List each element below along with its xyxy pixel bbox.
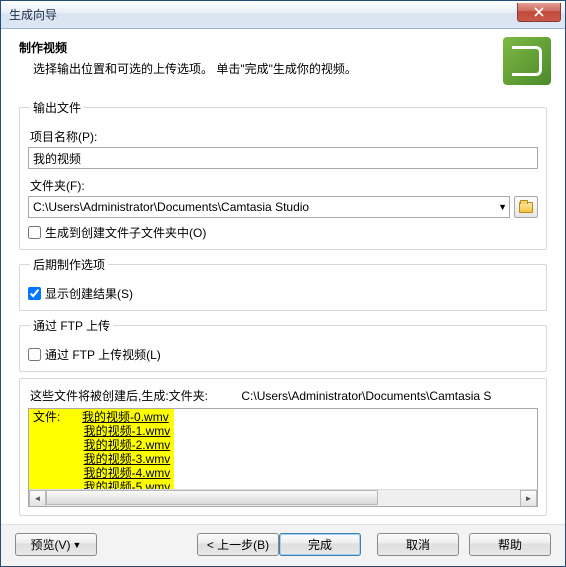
scroll-right-button[interactable]: ► [520,490,537,507]
folder-input[interactable] [28,196,510,218]
wizard-header: 制作视频 选择输出位置和可选的上传选项。 单击"完成"生成你的视频。 [1,29,565,93]
ftp-upload-label: 通过 FTP 上传视频(L) [45,346,161,363]
ftp-upload-checkbox[interactable] [28,348,41,361]
subfolder-checkbox[interactable] [28,226,41,239]
titlebar: 生成向导 [1,1,565,29]
finish-button[interactable]: 完成 [279,533,361,556]
page-title: 制作视频 [19,39,493,56]
files-list[interactable]: 文件: 我的视频-0.wmv 我的视频-1.wmv 我的视频-2.wmv 我的视… [28,408,538,507]
files-header-text: 这些文件将被创建后,生成:文件夹: [30,389,208,403]
scroll-left-button[interactable]: ◄ [29,490,46,507]
window-title: 生成向导 [9,6,517,23]
content-area: 制作视频 选择输出位置和可选的上传选项。 单击"完成"生成你的视频。 输出文件 … [1,29,565,566]
list-item: 我的视频-4.wmv [84,466,171,480]
list-item: 我的视频-2.wmv [84,438,171,452]
scroll-thumb[interactable] [46,490,378,505]
button-bar: 预览(V) ▼ < 上一步(B) 完成 取消 帮助 [1,524,565,566]
scroll-track[interactable] [46,490,520,507]
browse-folder-button[interactable] [514,196,538,218]
project-name-label: 项目名称(P): [30,128,538,145]
chevron-down-icon: ▼ [73,540,82,550]
list-item: 我的视频-0.wmv [82,410,169,424]
folder-label: 文件夹(F): [30,177,538,194]
files-label: 文件: [33,410,60,424]
cancel-button[interactable]: 取消 [377,533,459,556]
show-results-checkbox[interactable] [28,287,41,300]
help-button[interactable]: 帮助 [469,533,551,556]
output-files-group: 输出文件 项目名称(P): 文件夹(F): ▼ 生成到创建文件子文件夹中 [19,99,547,250]
files-header: 这些文件将被创建后,生成:文件夹: C:\Users\Administrator… [28,385,538,406]
close-icon [534,7,544,17]
project-name-input[interactable] [28,147,538,169]
generated-files-group: 这些文件将被创建后,生成:文件夹: C:\Users\Administrator… [19,378,547,516]
post-production-group: 后期制作选项 显示创建结果(S) [19,256,547,311]
wizard-window: 生成向导 制作视频 选择输出位置和可选的上传选项。 单击"完成"生成你的视频。 … [0,0,566,567]
list-item: 我的视频-1.wmv [84,424,171,438]
back-button[interactable]: < 上一步(B) [197,533,279,556]
horizontal-scrollbar[interactable]: ◄ ► [29,489,537,506]
subfolder-label: 生成到创建文件子文件夹中(O) [45,224,206,241]
folder-open-icon [519,202,533,213]
files-header-path: C:\Users\Administrator\Documents\Camtasi… [241,389,491,403]
post-group-title: 后期制作选项 [30,256,108,273]
list-item: 我的视频-3.wmv [84,452,171,466]
camtasia-logo-icon [503,37,551,85]
preview-button[interactable]: 预览(V) ▼ [15,533,97,556]
ftp-upload-group: 通过 FTP 上传 通过 FTP 上传视频(L) [19,317,547,372]
close-button[interactable] [517,3,561,22]
folder-combo[interactable]: ▼ [28,196,510,218]
page-description: 选择输出位置和可选的上传选项。 单击"完成"生成你的视频。 [19,60,493,77]
ftp-group-title: 通过 FTP 上传 [30,317,113,334]
show-results-label: 显示创建结果(S) [45,285,133,302]
output-group-title: 输出文件 [30,99,84,116]
